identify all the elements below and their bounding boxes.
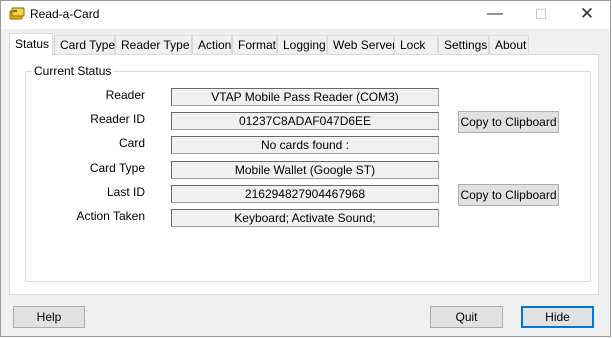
card-type-label: Card Type: [89, 161, 145, 175]
reader-id-label: Reader ID: [90, 112, 145, 126]
close-icon[interactable]: ✕: [564, 1, 610, 29]
window-title: Read-a-Card: [30, 7, 100, 21]
tab-status[interactable]: Status: [9, 33, 53, 56]
tab-lock[interactable]: Lock: [394, 35, 438, 54]
reader-id-field: 01237C8ADAF047D6EE: [171, 112, 439, 130]
copy-last-id-button[interactable]: Copy to Clipboard: [458, 184, 559, 206]
current-status-group: Current Status Reader VTAP Mobile Pass R…: [25, 64, 591, 282]
tab-settings[interactable]: Settings: [438, 35, 489, 54]
group-label: Current Status: [32, 64, 114, 78]
card-label: Card: [118, 136, 145, 150]
card-reader-icon: [9, 7, 25, 20]
action-taken-label: Action Taken: [76, 209, 146, 223]
last-id-label: Last ID: [106, 185, 145, 199]
tab-about[interactable]: About: [489, 35, 529, 54]
status-panel: Current Status Reader VTAP Mobile Pass R…: [9, 54, 599, 295]
hide-button[interactable]: Hide: [521, 306, 594, 328]
quit-button[interactable]: Quit: [430, 306, 503, 328]
help-button[interactable]: Help: [13, 306, 85, 328]
maximize-icon[interactable]: ☐: [518, 1, 564, 29]
reader-label: Reader: [105, 88, 145, 102]
minimize-icon[interactable]: —: [472, 1, 518, 29]
action-taken-field: Keyboard; Activate Sound;: [171, 209, 439, 227]
title-bar[interactable]: Read-a-Card — ☐ ✕: [1, 1, 610, 29]
card-type-field: Mobile Wallet (Google ST): [171, 161, 439, 179]
app-window: Read-a-Card — ☐ ✕ Status Card Type Reade…: [0, 0, 611, 337]
tab-format[interactable]: Format: [232, 35, 277, 54]
reader-field: VTAP Mobile Pass Reader (COM3): [171, 88, 439, 106]
tab-logging[interactable]: Logging: [277, 35, 327, 54]
tab-action[interactable]: Action: [192, 35, 232, 54]
last-id-field: 216294827904467968: [171, 185, 439, 203]
copy-reader-id-button[interactable]: Copy to Clipboard: [458, 111, 559, 133]
tab-reader-type[interactable]: Reader Type: [115, 35, 192, 54]
tab-card-type[interactable]: Card Type: [54, 35, 115, 54]
tab-web-server[interactable]: Web Server: [327, 35, 396, 54]
card-field: No cards found :: [171, 136, 439, 154]
